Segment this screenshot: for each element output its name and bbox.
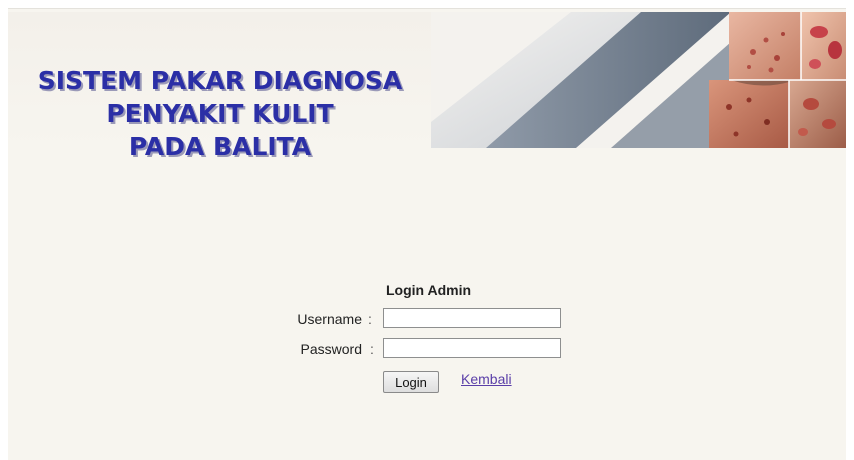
password-input[interactable] <box>383 338 561 358</box>
login-heading: Login Admin <box>386 282 472 298</box>
banner-skin-photos <box>431 12 846 148</box>
username-label: Username <box>297 311 362 327</box>
header-banner: SISTEM PAKAR DIAGNOSA PENYAKIT KULIT PAD… <box>8 12 846 161</box>
login-button[interactable]: Login <box>383 371 439 393</box>
password-label: Password <box>300 341 362 357</box>
page-title: SISTEM PAKAR DIAGNOSA PENYAKIT KULIT PAD… <box>14 64 426 163</box>
title-line-3: PADA BALITA <box>128 132 312 161</box>
password-separator: : <box>370 341 374 357</box>
back-link[interactable]: Kembali <box>461 371 512 387</box>
title-line-1: SISTEM PAKAR DIAGNOSA <box>37 66 403 95</box>
username-input[interactable] <box>383 308 561 328</box>
title-line-2: PENYAKIT KULIT <box>106 99 334 128</box>
username-separator: : <box>368 311 372 327</box>
page-body: SISTEM PAKAR DIAGNOSA PENYAKIT KULIT PAD… <box>8 8 846 460</box>
